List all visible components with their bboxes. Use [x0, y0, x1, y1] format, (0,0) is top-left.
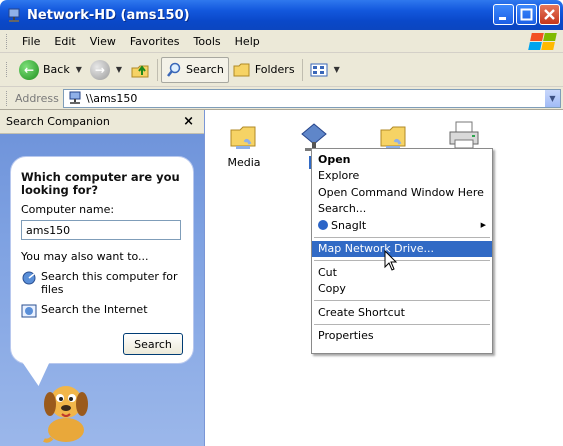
folders-label: Folders — [254, 63, 295, 76]
also-label: You may also want to... — [21, 250, 149, 263]
chevron-down-icon[interactable]: ▼ — [76, 65, 82, 74]
views-icon — [310, 63, 328, 76]
chevron-down-icon[interactable]: ▼ — [116, 65, 122, 74]
search-companion-pane: Search Companion × Which computer are yo… — [0, 110, 205, 446]
share-item[interactable]: Media — [214, 122, 274, 169]
address-input[interactable]: \\ams150 ▼ — [62, 88, 561, 108]
search-computer-option[interactable]: Search this computer for files — [21, 270, 183, 296]
title-bar: Network-HD (ams150) — [0, 0, 563, 30]
chevron-down-icon: ▼ — [549, 93, 556, 103]
menu-item-search[interactable]: Search... — [312, 201, 492, 218]
close-icon[interactable]: × — [183, 114, 194, 129]
forward-button[interactable]: → ▼ — [86, 57, 126, 83]
minimize-button[interactable] — [493, 4, 514, 25]
network-drive-icon — [8, 8, 20, 22]
up-folder-button[interactable] — [126, 57, 154, 83]
search-internet-option[interactable]: Search the Internet — [21, 303, 183, 319]
folders-icon — [233, 63, 250, 76]
computer-name-input[interactable]: ams150 — [21, 220, 181, 240]
search-computer-label: Search this computer for files — [41, 270, 178, 296]
pane-title: Search Companion — [6, 115, 110, 128]
menu-separator — [314, 300, 490, 301]
maximize-icon — [520, 8, 533, 21]
search-question: Which computer are you looking for? — [21, 170, 180, 197]
window-title: Network-HD (ams150) — [27, 7, 190, 23]
search-button-label: Search — [134, 337, 172, 351]
menu-item-map-network-drive[interactable]: Map Network Drive... — [312, 240, 492, 257]
menu-item-properties[interactable]: Properties — [312, 328, 492, 345]
menu-item-label: Copy — [318, 282, 346, 296]
search-toggle-button[interactable]: Search — [161, 56, 229, 83]
menu-item-copy[interactable]: Copy — [312, 281, 492, 298]
up-folder-icon — [131, 64, 149, 77]
address-dropdown-button[interactable]: ▼ — [544, 89, 560, 107]
computer-name-value: ams150 — [26, 223, 71, 237]
menu-separator — [314, 323, 490, 325]
search-icon — [167, 62, 181, 77]
search-balloon: Which computer are you looking for? Comp… — [10, 156, 194, 364]
submenu-arrow-icon: ▶ — [480, 221, 486, 230]
mouse-cursor-icon — [384, 250, 398, 271]
back-label: Back — [43, 63, 70, 76]
search-computer-icon — [22, 271, 36, 285]
menu-item-label: Map Network Drive... — [318, 242, 434, 256]
computer-name-label: Computer name: — [21, 203, 115, 216]
toolbar-grip[interactable] — [6, 62, 9, 77]
context-menu: Open Explore Open Command Window Here Se… — [311, 148, 493, 354]
share-label: Media — [227, 156, 261, 169]
menu-item-create-shortcut[interactable]: Create Shortcut — [312, 304, 492, 321]
search-label: Search — [186, 63, 224, 76]
back-arrow-icon: ← — [19, 59, 39, 80]
toolbar: ← Back ▼ → ▼ Search Folders ▼ — [0, 53, 563, 87]
menu-tools[interactable]: Tools — [187, 35, 228, 48]
menu-item-label: Cut — [318, 265, 337, 279]
shared-folder-icon — [230, 126, 256, 149]
menu-item-explore[interactable]: Explore — [312, 168, 492, 185]
menu-separator — [314, 260, 490, 261]
forward-arrow-icon: → — [89, 59, 110, 80]
menu-item-label: Properties — [318, 329, 374, 343]
address-bar: Address \\ams150 ▼ — [0, 87, 563, 110]
menu-help[interactable]: Help — [228, 35, 267, 48]
views-button[interactable]: ▼ — [306, 57, 344, 83]
menu-view[interactable]: View — [83, 35, 123, 48]
search-dog-icon — [43, 386, 88, 443]
minimize-icon — [499, 17, 506, 20]
menu-bar: File Edit View Favorites Tools Help — [0, 30, 563, 53]
menu-file[interactable]: File — [15, 35, 47, 48]
menu-item-snagit[interactable]: SnagIt ▶ — [312, 217, 492, 234]
search-internet-icon — [21, 304, 37, 318]
menu-item-cut[interactable]: Cut — [312, 264, 492, 281]
toolbar-grip[interactable] — [6, 33, 9, 49]
network-drive-icon — [69, 91, 81, 104]
menu-item-label: Open — [318, 152, 351, 166]
search-internet-label: Search the Internet — [41, 303, 148, 316]
folders-button[interactable]: Folders — [229, 57, 299, 83]
back-button[interactable]: ← Back ▼ — [15, 57, 86, 83]
pane-header: Search Companion × — [0, 110, 204, 134]
menu-item-label: SnagIt — [331, 218, 367, 232]
chevron-down-icon[interactable]: ▼ — [334, 65, 340, 74]
snagit-icon — [318, 220, 328, 231]
menu-favorites[interactable]: Favorites — [123, 35, 187, 48]
toolbar-separator — [301, 58, 303, 81]
close-button[interactable] — [539, 4, 560, 25]
search-button[interactable]: Search — [123, 333, 183, 355]
menu-item-label: Open Command Window Here — [318, 185, 484, 199]
menu-edit[interactable]: Edit — [47, 35, 82, 48]
address-label: Address — [15, 91, 59, 105]
toolbar-separator — [157, 58, 159, 81]
menu-item-label: Create Shortcut — [318, 305, 405, 319]
windows-logo-icon — [527, 32, 559, 51]
maximize-button[interactable] — [516, 4, 537, 25]
menu-item-open-command-window[interactable]: Open Command Window Here — [312, 184, 492, 201]
toolbar-grip[interactable] — [6, 90, 9, 106]
menu-item-label: Explore — [318, 169, 360, 183]
menu-separator — [314, 236, 490, 238]
menu-item-open[interactable]: Open — [312, 151, 492, 168]
close-icon — [544, 9, 555, 20]
address-value: \\ams150 — [85, 91, 138, 105]
menu-item-label: Search... — [318, 202, 367, 216]
